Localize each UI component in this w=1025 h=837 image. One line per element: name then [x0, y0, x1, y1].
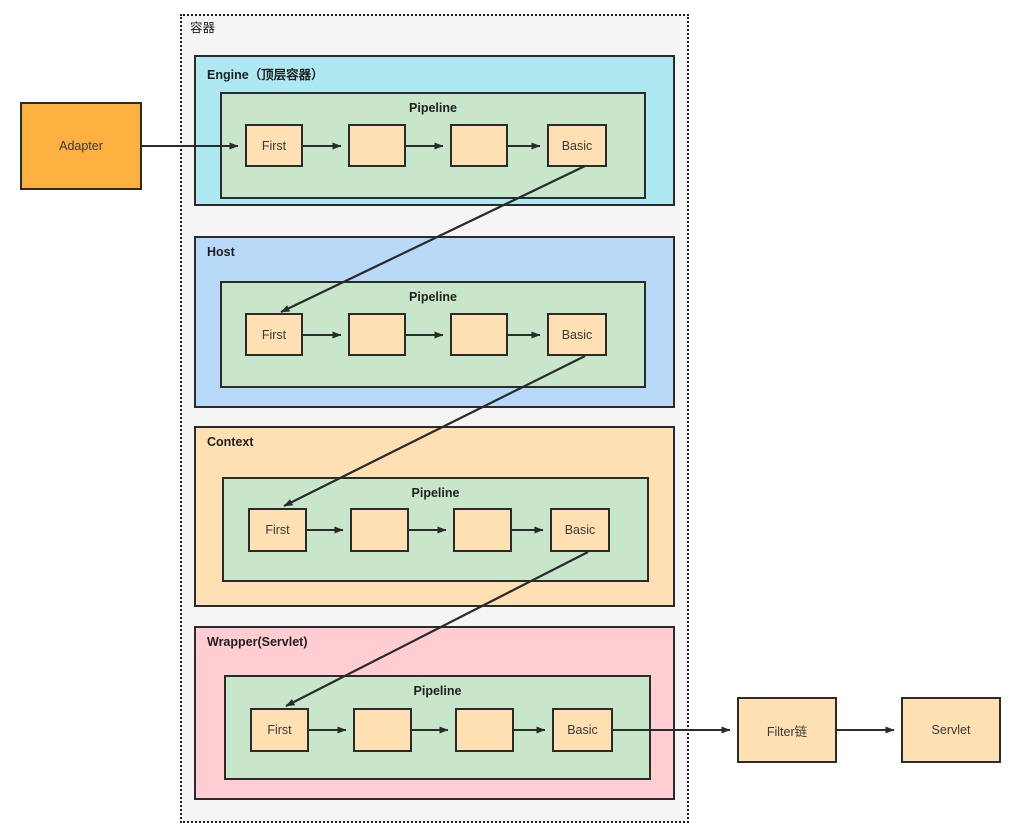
tier-label-engine: Engine（顶层容器） — [207, 68, 324, 82]
valve-engine-valve-2[interactable] — [348, 124, 406, 167]
tier-label-wrapper: Wrapper(Servlet) — [207, 635, 308, 649]
pipeline-label-engine: Pipeline — [409, 101, 457, 115]
valve-context-valve-3[interactable] — [453, 508, 512, 552]
valve-host-valve-2[interactable] — [348, 313, 406, 356]
valve-host-valve-3[interactable] — [450, 313, 508, 356]
valve-engine-first[interactable]: First — [245, 124, 303, 167]
valve-wrapper-valve-3[interactable] — [455, 708, 514, 752]
valve-host-first[interactable]: First — [245, 313, 303, 356]
valve-wrapper-first[interactable]: First — [250, 708, 309, 752]
valve-context-valve-2[interactable] — [350, 508, 409, 552]
pipeline-label-wrapper: Pipeline — [413, 684, 462, 698]
pipeline-label-context: Pipeline — [411, 486, 460, 500]
tier-label-host: Host — [207, 245, 235, 259]
valve-wrapper-basic[interactable]: Basic — [552, 708, 613, 752]
tier-label-context: Context — [207, 435, 254, 449]
outer-container-label: 容器 — [190, 21, 216, 35]
valve-context-basic[interactable]: Basic — [550, 508, 610, 552]
valve-wrapper-valve-2[interactable] — [353, 708, 412, 752]
diagram-canvas: 容器 Engine（顶层容器） Pipeline First Basic Host Pip… — [0, 0, 1025, 837]
valve-host-basic[interactable]: Basic — [547, 313, 607, 356]
valve-context-first[interactable]: First — [248, 508, 307, 552]
valve-engine-basic[interactable]: Basic — [547, 124, 607, 167]
valve-engine-valve-3[interactable] — [450, 124, 508, 167]
external-node-adapter[interactable]: Adapter — [20, 102, 142, 190]
external-node-servlet[interactable]: Servlet — [901, 697, 1001, 763]
pipeline-label-host: Pipeline — [409, 290, 457, 304]
external-node-filter[interactable]: Filter链 — [737, 697, 837, 763]
